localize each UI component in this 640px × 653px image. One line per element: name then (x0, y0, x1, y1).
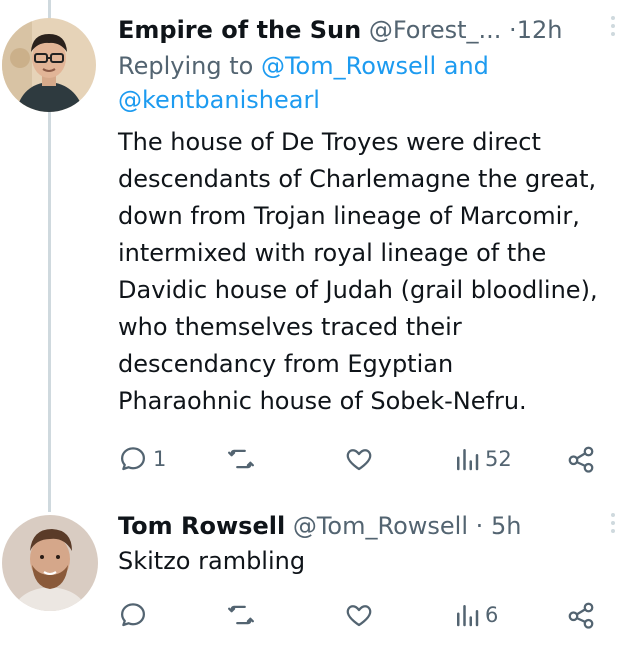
tweet-text: The house of De Troyes were direct desce… (118, 124, 620, 420)
reply-icon (118, 444, 148, 474)
timestamp[interactable]: 12h (517, 16, 563, 44)
avatar[interactable] (2, 515, 98, 611)
tweet-actions: 6 (118, 595, 608, 635)
reply-button[interactable]: 1 (118, 439, 166, 479)
tweet-text-line: who themselves traced their (118, 313, 462, 341)
tweet-text-line: The house of De Troyes were direct (118, 128, 541, 156)
avatar[interactable] (2, 18, 96, 112)
views-icon (454, 600, 480, 630)
share-button[interactable] (566, 439, 596, 479)
views-icon (454, 444, 480, 474)
tweet-text-line: Davidic house of Judah (grail bloodline)… (118, 276, 598, 304)
author-handle[interactable]: @Tom_Rowsell (293, 512, 468, 540)
more-icon[interactable] (610, 513, 616, 539)
like-button[interactable] (344, 595, 379, 635)
tweet[interactable]: Empire of the Sun @Forest_... ·12h Reply… (0, 0, 640, 500)
share-button[interactable] (566, 595, 596, 635)
view-count: 52 (485, 447, 512, 471)
share-icon (566, 600, 596, 630)
replying-to-label: Replying to (118, 52, 254, 80)
tweet-text: Skitzo rambling (118, 543, 620, 580)
retweet-button[interactable] (226, 595, 261, 635)
author-name[interactable]: Empire of the Sun (118, 16, 361, 44)
reply-icon (118, 600, 148, 630)
heart-icon (344, 444, 374, 474)
replying-to: Replying to @Tom_Rowsell and @kentbanish… (118, 49, 620, 117)
tweet-header: Empire of the Sun @Forest_... ·12h (118, 14, 620, 46)
timestamp[interactable]: 5h (491, 512, 521, 540)
tweet-header: Tom Rowsell @Tom_Rowsell · 5h (118, 510, 620, 542)
tweet-text-line: Skitzo rambling (118, 547, 306, 575)
mention-link[interactable]: @kentbanishearl (118, 86, 320, 114)
tweet[interactable]: Tom Rowsell @Tom_Rowsell · 5h Skitzo ram… (0, 505, 640, 653)
tweet-text-line: descendancy from Egyptian (118, 350, 454, 378)
retweet-button[interactable] (226, 439, 261, 479)
author-name[interactable]: Tom Rowsell (118, 512, 285, 540)
author-handle[interactable]: @Forest_... (369, 16, 502, 44)
like-button[interactable] (344, 439, 379, 479)
views-button[interactable]: 52 (454, 439, 512, 479)
retweet-icon (226, 600, 256, 630)
tweet-text-line: down from Trojan lineage of Marcomir, (118, 202, 580, 230)
retweet-icon (226, 444, 256, 474)
reply-button[interactable] (118, 595, 153, 635)
heart-icon (344, 600, 374, 630)
separator: · (475, 512, 484, 540)
view-count: 6 (485, 603, 499, 627)
tweet-text-line: Pharaohnic house of Sobek-Nefru. (118, 387, 527, 415)
tweet-text-line: descendants of Charlemagne the great, (118, 165, 597, 193)
mention-joiner[interactable]: and (444, 52, 489, 80)
views-button[interactable]: 6 (454, 595, 498, 635)
mention-link[interactable]: @Tom_Rowsell (261, 52, 436, 80)
share-icon (566, 444, 596, 474)
tweet-actions: 1 52 (118, 439, 608, 479)
tweet-text-line: intermixed with royal lineage of the (118, 239, 547, 267)
reply-count: 1 (153, 447, 167, 471)
separator: · (509, 16, 517, 44)
more-icon[interactable] (610, 16, 616, 42)
